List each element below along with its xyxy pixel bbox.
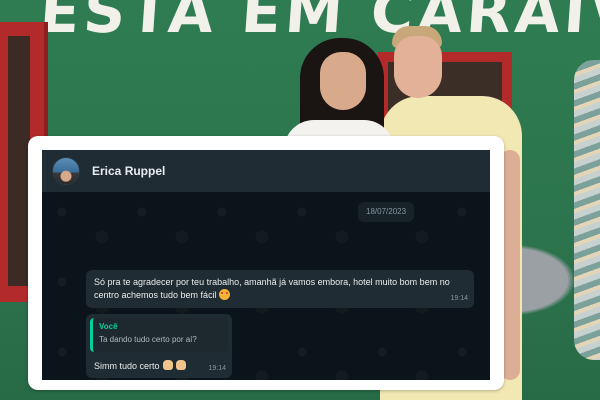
chat-messages: 18/07/2023 Só pra te agradecer por teu t… xyxy=(42,192,490,380)
chat-window: Erica Ruppel 18/07/2023 Só pra te agrade… xyxy=(42,150,490,380)
raising-hands-emoji xyxy=(175,360,186,370)
person-right-face xyxy=(394,36,442,98)
chat-header[interactable]: Erica Ruppel xyxy=(42,150,490,192)
message-time: 19:14 xyxy=(208,365,226,372)
message-text: Só pra te agradecer por teu trabalho, am… xyxy=(94,277,450,300)
message-time: 19:14 xyxy=(450,295,468,302)
person-left-face xyxy=(320,52,366,110)
contact-avatar[interactable] xyxy=(52,157,80,185)
smiling-face-with-hearts-emoji xyxy=(219,289,231,300)
incoming-reply-message[interactable]: Você Ta dando tudo certo por aí? Simm tu… xyxy=(86,314,232,378)
quoted-message[interactable]: Você Ta dando tudo certo por aí? xyxy=(90,318,228,352)
date-separator: 18/07/2023 xyxy=(358,202,415,222)
quote-text: Ta dando tudo certo por aí? xyxy=(99,335,197,344)
wall-sign-text: ESTA EM CARAÍVA xyxy=(37,0,600,46)
incoming-message[interactable]: Só pra te agradecer por teu trabalho, am… xyxy=(86,270,474,308)
mural-edge xyxy=(574,60,600,360)
clapping-hands-emoji xyxy=(162,360,173,370)
message-text: Simm tudo certo xyxy=(94,360,186,373)
contact-name[interactable]: Erica Ruppel xyxy=(92,164,165,178)
quote-author: Você xyxy=(99,322,118,331)
screenshot-card: Erica Ruppel 18/07/2023 Só pra te agrade… xyxy=(28,136,504,390)
